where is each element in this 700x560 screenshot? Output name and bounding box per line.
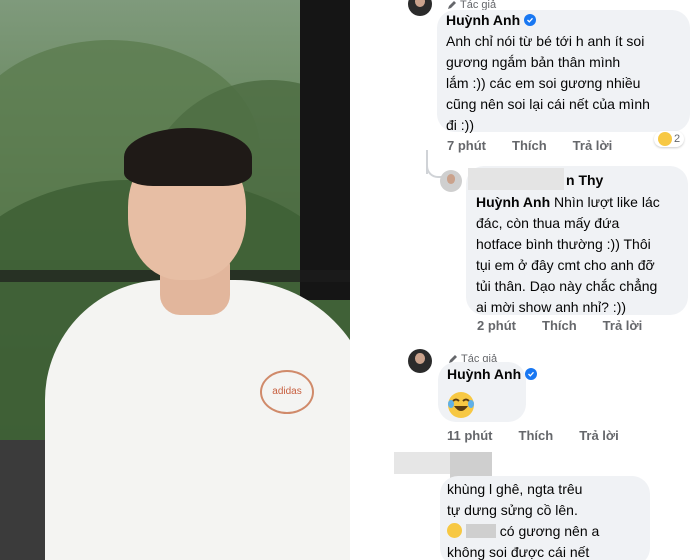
comments-panel: Tác giả Huỳnh Anh Anh chỉ nói từ bé tới …	[350, 0, 700, 560]
comment-time[interactable]: 11 phút	[447, 428, 493, 443]
thread-connector	[426, 160, 442, 178]
like-button[interactable]: Thích	[542, 318, 577, 333]
pencil-icon	[448, 1, 456, 9]
comment-author-name[interactable]: Huỳnh Anh	[446, 12, 537, 28]
avatar[interactable]	[408, 0, 432, 16]
comment-actions: 7 phút Thích Trả lời	[447, 138, 612, 153]
like-button[interactable]: Thích	[519, 428, 554, 443]
comment-text: không soi được cái nết	[447, 544, 590, 560]
like-button[interactable]: Thích	[512, 138, 547, 153]
reply-actions: 2 phút Thích Trả lời	[477, 318, 642, 333]
reply-first-line: Huỳnh Anh Nhìn lượt like lác	[476, 194, 660, 210]
reaction-count: 2	[674, 133, 681, 145]
comment-text: Anh chỉ nói từ bé tới h anh ít soi gương…	[446, 33, 650, 133]
shirt-logo: adidas	[260, 370, 314, 414]
comment-author-name[interactable]: Huỳnh Anh	[447, 366, 538, 382]
person: adidas	[0, 0, 350, 560]
smile-emoji-icon	[447, 523, 462, 538]
laughing-crying-emoji-icon	[448, 392, 474, 418]
reply-button[interactable]: Trả lời	[579, 428, 619, 443]
mention-link[interactable]: Huỳnh Anh	[476, 194, 550, 210]
avatar[interactable]	[440, 170, 462, 192]
verified-badge-icon	[525, 368, 538, 380]
comment-time[interactable]: 7 phút	[447, 138, 486, 153]
reply-button[interactable]: Trả lời	[573, 138, 613, 153]
reply-button[interactable]: Trả lời	[603, 318, 643, 333]
reaction-summary[interactable]: 2	[654, 131, 685, 147]
profile-photo: adidas	[0, 0, 350, 560]
verified-badge-icon	[524, 14, 537, 26]
blurred-avatar	[450, 452, 492, 478]
reply-text: đác, còn thua mấy đứa hotface bình thườn…	[476, 215, 658, 315]
white-shirt	[45, 280, 350, 560]
comment-time[interactable]: 2 phút	[477, 318, 516, 333]
comment-actions: 11 phút Thích Trả lời	[447, 428, 619, 443]
reply-author-name[interactable]: n Thy	[566, 172, 603, 188]
comment-text-line: có gương nên a	[447, 521, 599, 542]
blurred-name	[468, 168, 564, 190]
blurred-word	[465, 524, 496, 538]
hair	[124, 128, 252, 186]
laugh-emoji-icon	[658, 132, 672, 146]
avatar[interactable]	[408, 349, 432, 373]
comment-text: khùng l ghê, ngta trêu tự dưng sửng cồ l…	[447, 481, 583, 518]
